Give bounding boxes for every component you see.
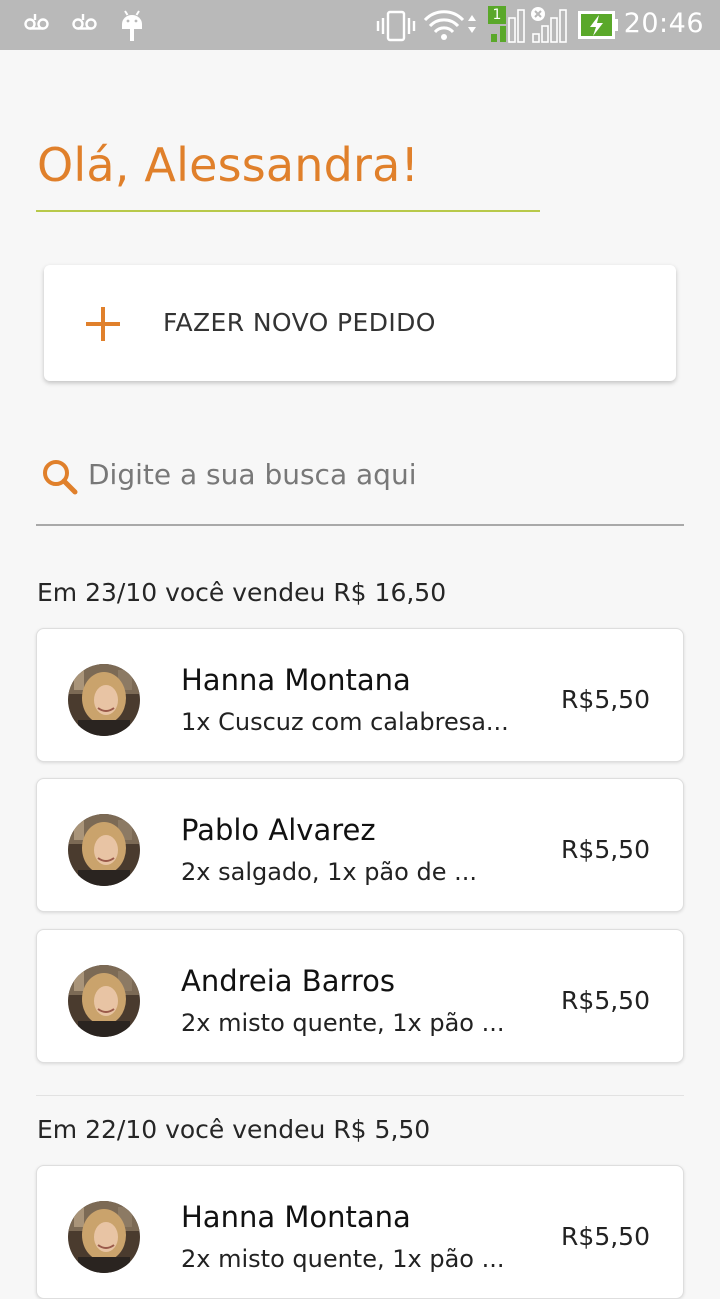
order-items: 1x Cuscuz com calabresa...	[181, 708, 509, 736]
order-price: R$5,50	[561, 1222, 650, 1251]
order-price: R$5,50	[561, 835, 650, 864]
order-card[interactable]: Hanna Montana 2x misto quente, 1x pão ..…	[36, 1165, 684, 1299]
sim-badge: 1	[492, 7, 502, 23]
greeting-title: Olá, Alessandra!	[37, 138, 420, 192]
search-icon	[43, 460, 78, 495]
voicemail-icon	[72, 14, 97, 30]
customer-name: Hanna Montana	[181, 1200, 411, 1234]
order-items: 2x misto quente, 1x pão ...	[181, 1009, 505, 1037]
order-card[interactable]: Andreia Barros 2x misto quente, 1x pão .…	[36, 929, 684, 1063]
search-bar[interactable]	[36, 448, 684, 526]
order-card[interactable]: Pablo Alvarez 2x salgado, 1x pão de ... …	[36, 778, 684, 912]
search-input[interactable]	[88, 454, 668, 494]
avatar	[68, 814, 140, 886]
android-icon	[122, 10, 142, 41]
signal-no-service-icon	[531, 7, 567, 43]
new-order-button[interactable]: FAZER NOVO PEDIDO	[44, 265, 676, 381]
order-price: R$5,50	[561, 685, 650, 714]
order-card[interactable]: Hanna Montana 1x Cuscuz com calabresa...…	[36, 628, 684, 762]
status-time: 20:46	[623, 8, 704, 39]
wifi-icon	[424, 10, 476, 40]
customer-name: Hanna Montana	[181, 663, 411, 697]
order-items: 2x misto quente, 1x pão ...	[181, 1245, 505, 1273]
day-sales-header: Em 22/10 você vendeu R$ 5,50	[37, 1115, 431, 1144]
greeting-underline	[36, 210, 540, 212]
day-sales-header: Em 23/10 você vendeu R$ 16,50	[37, 578, 447, 607]
order-items: 2x salgado, 1x pão de ...	[181, 858, 477, 886]
vibrate-icon	[376, 10, 416, 42]
status-bar: 1 20:46	[0, 0, 720, 50]
plus-icon	[86, 307, 120, 341]
avatar	[68, 965, 140, 1037]
avatar	[68, 1201, 140, 1273]
customer-name: Andreia Barros	[181, 964, 396, 998]
customer-name: Pablo Alvarez	[181, 813, 376, 847]
battery-charging-icon	[578, 11, 618, 39]
order-price: R$5,50	[561, 986, 650, 1015]
avatar	[68, 664, 140, 736]
section-divider	[36, 1095, 684, 1096]
voicemail-icon	[24, 14, 49, 30]
new-order-label: FAZER NOVO PEDIDO	[163, 308, 436, 337]
